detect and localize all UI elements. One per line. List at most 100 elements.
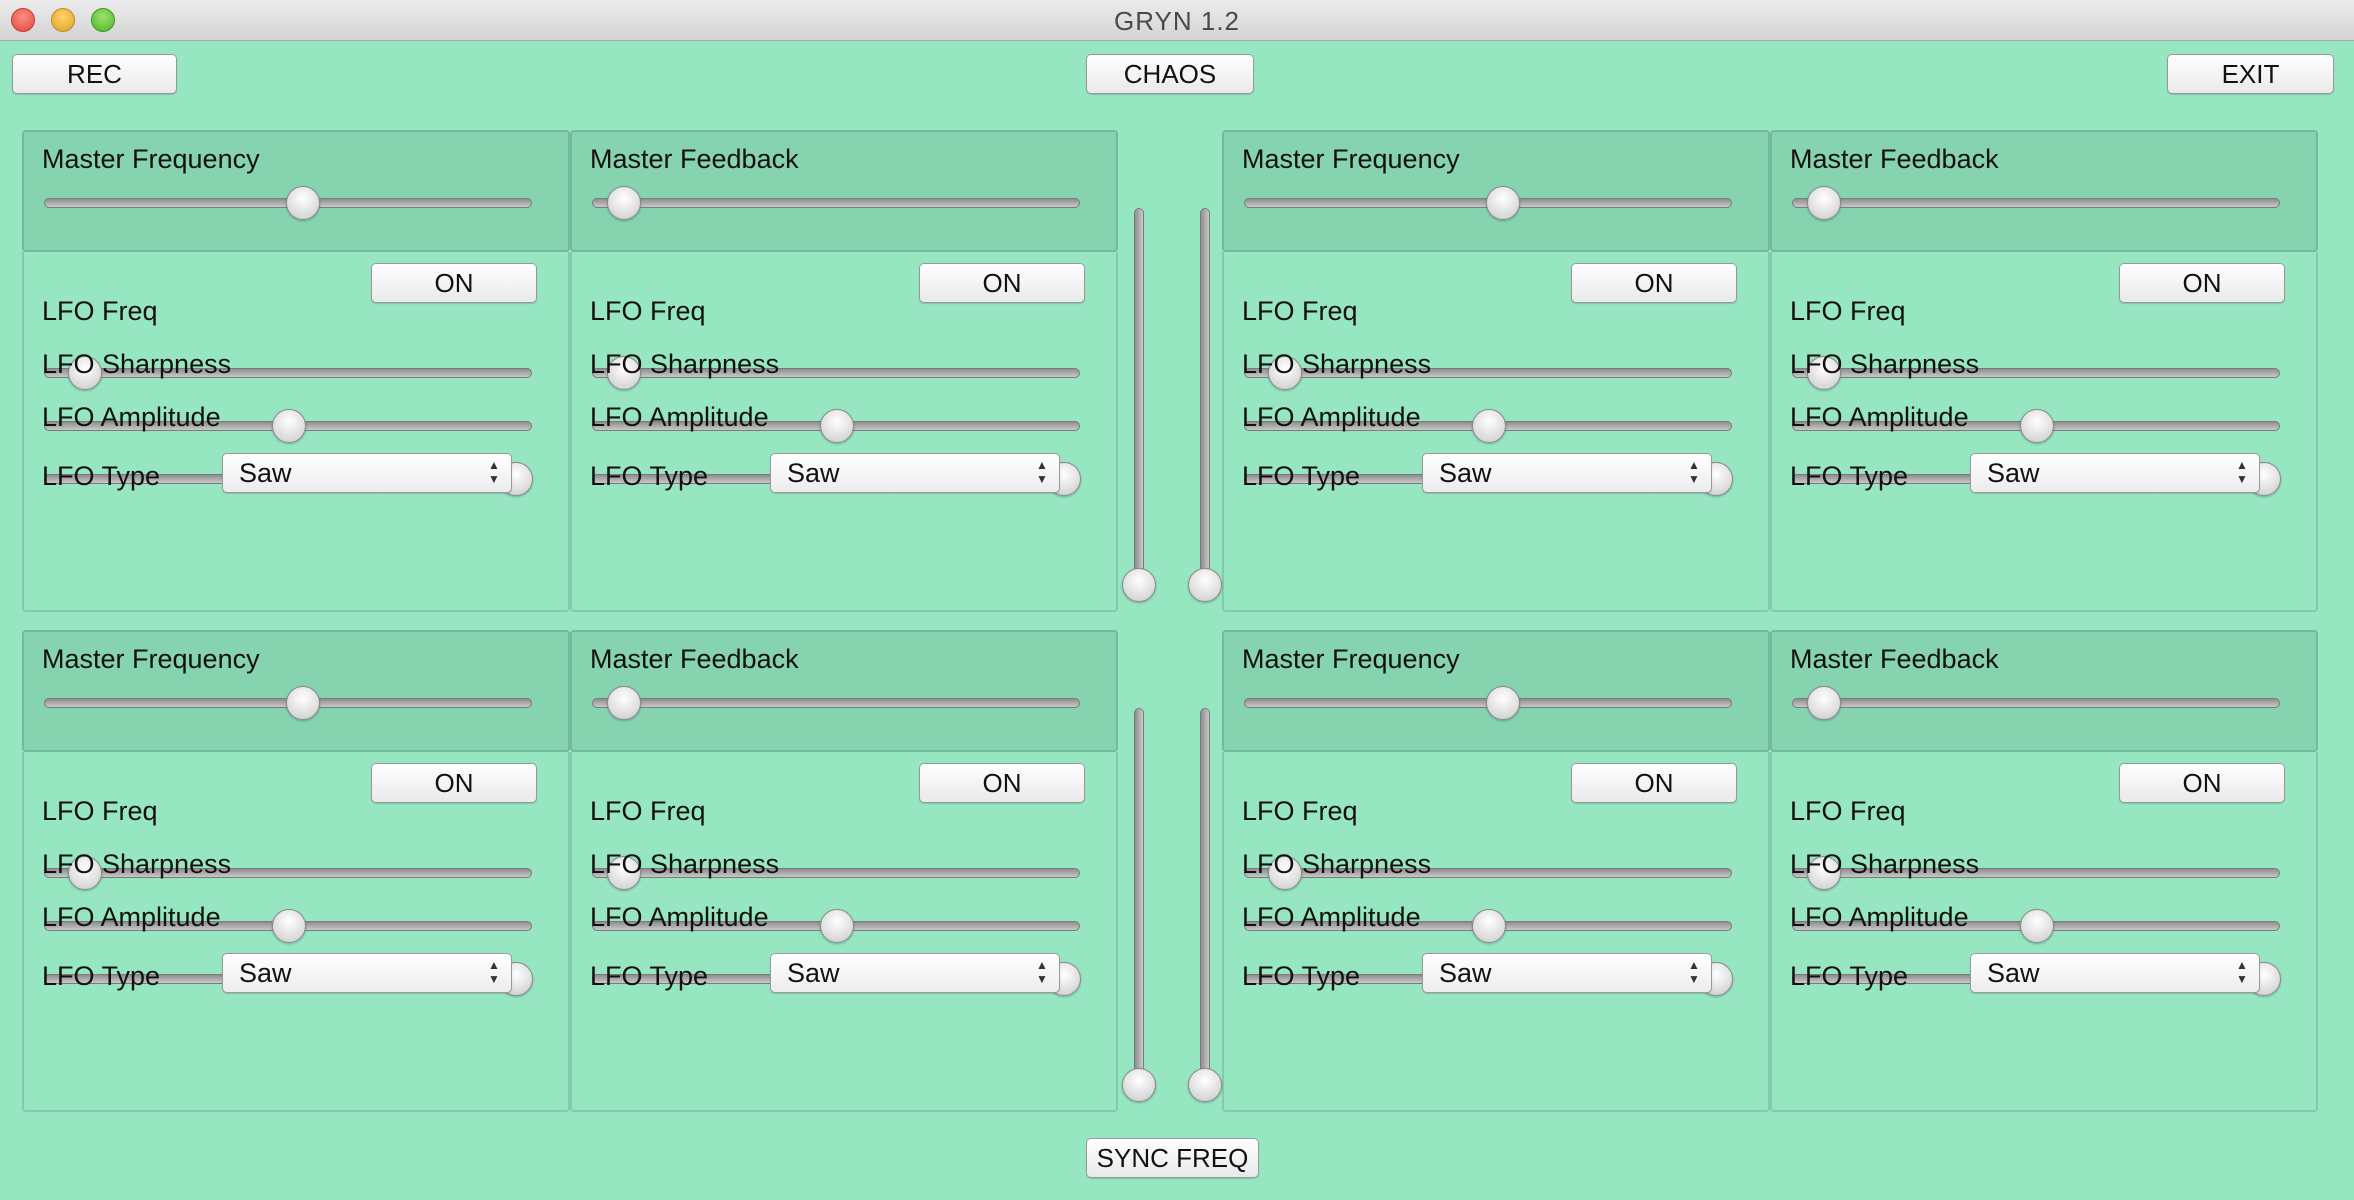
vertical-slider-bottom-vslider-1[interactable]: [1122, 708, 1156, 1102]
vertical-slider-top-vslider-2[interactable]: [1188, 208, 1222, 602]
lfo-panel: ON LFO Freq LFO Sharpness LFO Amplitude …: [570, 252, 1118, 612]
lfo-sharpness-label: LFO Sharpness: [1790, 349, 1980, 379]
lfo-type-select[interactable]: Saw ▲ ▼: [222, 453, 512, 493]
vertical-slider-thumb[interactable]: [1122, 568, 1156, 602]
sync-freq-button[interactable]: SYNC FREQ: [1086, 1138, 1259, 1178]
vertical-slider-top-vslider-1[interactable]: [1122, 208, 1156, 602]
rec-button[interactable]: REC: [12, 54, 177, 94]
lfo-sharpness-slider-thumb[interactable]: [272, 409, 306, 443]
select-arrows-icon: ▲ ▼: [1036, 458, 1048, 486]
lfo-on-button[interactable]: ON: [1571, 763, 1737, 803]
lfo-sharpness-label: LFO Sharpness: [1242, 849, 1432, 879]
select-arrows-icon: ▲ ▼: [488, 458, 500, 486]
lfo-panel: ON LFO Freq LFO Sharpness LFO Amplitude …: [1770, 252, 2318, 612]
module-bottom-left-freq: Master Frequency ON LFO Freq LFO Sharpne…: [22, 630, 570, 1112]
master-panel: Master Frequency: [22, 130, 570, 252]
lfo-sharpness-label: LFO Sharpness: [590, 349, 780, 379]
master-feedback-slider[interactable]: [1792, 186, 2280, 220]
lfo-type-value: Saw: [1439, 458, 1492, 488]
lfo-on-button[interactable]: ON: [919, 263, 1085, 303]
master-feedback-slider[interactable]: [1792, 686, 2280, 720]
lfo-type-label: LFO Type: [1242, 961, 1361, 991]
lfo-type-select[interactable]: Saw ▲ ▼: [1422, 953, 1712, 993]
lfo-sharpness-slider-thumb[interactable]: [1472, 909, 1506, 943]
title-bar: GRYN 1.2: [0, 0, 2354, 41]
lfo-sharpness-slider-thumb[interactable]: [2020, 909, 2054, 943]
master-feedback-slider[interactable]: [592, 686, 1080, 720]
lfo-type-label: LFO Type: [1242, 461, 1361, 491]
lfo-amplitude-label: LFO Amplitude: [1790, 402, 1969, 432]
lfo-amplitude-label: LFO Amplitude: [1242, 902, 1421, 932]
vertical-slider-thumb[interactable]: [1122, 1068, 1156, 1102]
select-arrows-icon: ▲ ▼: [2236, 458, 2248, 486]
lfo-type-label: LFO Type: [590, 461, 709, 491]
select-arrows-icon: ▲ ▼: [488, 958, 500, 986]
lfo-type-select[interactable]: Saw ▲ ▼: [1970, 953, 2260, 993]
lfo-sharpness-slider-thumb[interactable]: [272, 909, 306, 943]
master-feedback-slider-thumb[interactable]: [1806, 686, 1841, 720]
master-feedback-slider[interactable]: [592, 186, 1080, 220]
lfo-panel: ON LFO Freq LFO Sharpness LFO Amplitude …: [570, 752, 1118, 1112]
master-panel: Master Frequency: [1222, 630, 1770, 752]
lfo-sharpness-slider-thumb[interactable]: [820, 409, 854, 443]
lfo-on-button[interactable]: ON: [371, 263, 537, 303]
lfo-panel: ON LFO Freq LFO Sharpness LFO Amplitude …: [1222, 252, 1770, 612]
window-title: GRYN 1.2: [1113, 6, 1240, 36]
master-frequency-slider[interactable]: [44, 686, 532, 720]
lfo-on-button[interactable]: ON: [1571, 263, 1737, 303]
master-label: Master Frequency: [1242, 144, 1460, 174]
lfo-sharpness-label: LFO Sharpness: [1790, 849, 1980, 879]
module-top-left-freq: Master Frequency ON LFO Freq LFO Sharpne…: [22, 130, 570, 612]
master-panel: Master Frequency: [22, 630, 570, 752]
module-top-right-freq: Master Frequency ON LFO Freq LFO Sharpne…: [1222, 130, 1770, 612]
lfo-amplitude-label: LFO Amplitude: [590, 402, 769, 432]
master-frequency-slider-thumb[interactable]: [285, 686, 320, 720]
lfo-type-value: Saw: [1987, 958, 2040, 988]
master-frequency-slider[interactable]: [1244, 186, 1732, 220]
lfo-on-button[interactable]: ON: [2119, 263, 2285, 303]
master-panel: Master Frequency: [1222, 130, 1770, 252]
lfo-type-label: LFO Type: [590, 961, 709, 991]
module-bottom-right-feedback: Master Feedback ON LFO Freq LFO Sharpnes…: [1770, 630, 2318, 1112]
chaos-button[interactable]: CHAOS: [1086, 54, 1254, 94]
lfo-on-button[interactable]: ON: [2119, 763, 2285, 803]
lfo-on-button[interactable]: ON: [371, 763, 537, 803]
lfo-sharpness-slider-thumb[interactable]: [1472, 409, 1506, 443]
master-label: Master Feedback: [590, 644, 799, 674]
lfo-type-select[interactable]: Saw ▲ ▼: [222, 953, 512, 993]
master-label: Master Feedback: [1790, 644, 1999, 674]
lfo-panel: ON LFO Freq LFO Sharpness LFO Amplitude …: [22, 752, 570, 1112]
lfo-sharpness-slider-thumb[interactable]: [820, 909, 854, 943]
master-feedback-slider-thumb[interactable]: [1806, 186, 1841, 220]
lfo-type-select[interactable]: Saw ▲ ▼: [1422, 453, 1712, 493]
master-frequency-slider-thumb[interactable]: [285, 186, 320, 220]
lfo-amplitude-label: LFO Amplitude: [42, 402, 221, 432]
master-feedback-slider-thumb[interactable]: [606, 186, 641, 220]
master-label: Master Feedback: [1790, 144, 1999, 174]
select-arrows-icon: ▲ ▼: [2236, 958, 2248, 986]
lfo-type-value: Saw: [1987, 458, 2040, 488]
lfo-on-button[interactable]: ON: [919, 763, 1085, 803]
lfo-type-select[interactable]: Saw ▲ ▼: [770, 453, 1060, 493]
module-top-left-feedback: Master Feedback ON LFO Freq LFO Sharpnes…: [570, 130, 1118, 612]
master-frequency-slider[interactable]: [44, 186, 532, 220]
vertical-slider-thumb[interactable]: [1188, 568, 1222, 602]
master-label: Master Feedback: [590, 144, 799, 174]
master-label: Master Frequency: [42, 644, 260, 674]
module-bottom-left-feedback: Master Feedback ON LFO Freq LFO Sharpnes…: [570, 630, 1118, 1112]
lfo-panel: ON LFO Freq LFO Sharpness LFO Amplitude …: [1770, 752, 2318, 1112]
lfo-type-select[interactable]: Saw ▲ ▼: [1970, 453, 2260, 493]
lfo-type-select[interactable]: Saw ▲ ▼: [770, 953, 1060, 993]
master-frequency-slider-thumb[interactable]: [1485, 186, 1520, 220]
lfo-sharpness-slider-thumb[interactable]: [2020, 409, 2054, 443]
master-frequency-slider[interactable]: [1244, 686, 1732, 720]
vertical-slider-bottom-vslider-2[interactable]: [1188, 708, 1222, 1102]
master-frequency-slider-thumb[interactable]: [1485, 686, 1520, 720]
lfo-amplitude-label: LFO Amplitude: [1790, 902, 1969, 932]
lfo-freq-label: LFO Freq: [1790, 796, 1906, 826]
master-feedback-slider-thumb[interactable]: [606, 686, 641, 720]
lfo-type-value: Saw: [787, 458, 840, 488]
exit-button[interactable]: EXIT: [2167, 54, 2334, 94]
vertical-slider-thumb[interactable]: [1188, 1068, 1222, 1102]
lfo-sharpness-label: LFO Sharpness: [42, 849, 232, 879]
